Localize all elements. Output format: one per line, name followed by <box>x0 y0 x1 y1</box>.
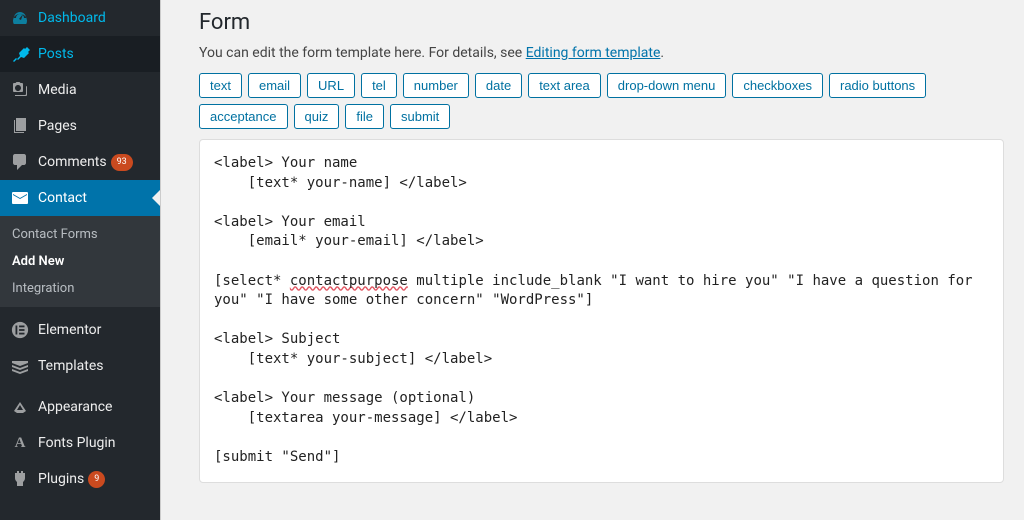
elementor-icon <box>10 320 30 340</box>
tag-submit-button[interactable]: submit <box>390 104 450 129</box>
sidebar-item-comments[interactable]: Comments 93 <box>0 144 160 180</box>
plugins-icon <box>10 469 30 489</box>
submenu-contact-forms[interactable]: Contact Forms <box>0 221 160 248</box>
sidebar-item-contact[interactable]: Contact <box>0 180 160 216</box>
tag-email-button[interactable]: email <box>248 73 301 98</box>
sidebar-item-label: Fonts Plugin <box>38 435 116 451</box>
tag-tel-button[interactable]: tel <box>361 73 397 98</box>
comment-icon <box>10 152 30 172</box>
spell-error: contactpurpose <box>290 273 408 289</box>
description-text: You can edit the form template here. For… <box>199 45 526 61</box>
media-icon <box>10 80 30 100</box>
comments-badge: 93 <box>111 154 133 171</box>
sidebar-item-label: Comments <box>38 154 107 170</box>
sidebar-item-posts[interactable]: Posts <box>0 36 160 72</box>
tag-textarea-button[interactable]: text area <box>528 73 601 98</box>
sidebar-item-label: Elementor <box>38 322 101 338</box>
panel-description: You can edit the form template here. For… <box>199 45 1004 61</box>
tag-checkboxes-button[interactable]: checkboxes <box>732 73 823 98</box>
sidebar-item-label: Posts <box>38 46 74 62</box>
tag-radio-button[interactable]: radio buttons <box>829 73 926 98</box>
sidebar-item-label: Plugins <box>38 471 84 487</box>
sidebar-item-label: Media <box>38 82 77 98</box>
fonts-icon: A <box>10 433 30 453</box>
pushpin-icon <box>10 44 30 64</box>
submenu-integration[interactable]: Integration <box>0 275 160 302</box>
sidebar-item-label: Appearance <box>38 399 112 415</box>
panel-title: Form <box>199 10 1004 35</box>
plugins-badge: 9 <box>88 471 105 488</box>
appearance-icon <box>10 397 30 417</box>
sidebar-item-appearance[interactable]: Appearance <box>0 389 160 425</box>
tag-quiz-button[interactable]: quiz <box>294 104 340 129</box>
tag-url-button[interactable]: URL <box>307 73 355 98</box>
sidebar-item-elementor[interactable]: Elementor <box>0 312 160 348</box>
admin-sidebar: Dashboard Posts Media Pages Comments 93 … <box>0 0 160 520</box>
editing-template-link[interactable]: Editing form template <box>526 45 661 61</box>
tag-generator-row: text email URL tel number date text area… <box>199 73 1004 129</box>
sidebar-item-dashboard[interactable]: Dashboard <box>0 0 160 36</box>
sidebar-item-label: Pages <box>38 118 77 134</box>
email-icon <box>10 188 30 208</box>
tag-dropdown-button[interactable]: drop-down menu <box>607 73 727 98</box>
sidebar-item-label: Contact <box>38 190 87 206</box>
sidebar-item-fonts-plugin[interactable]: A Fonts Plugin <box>0 425 160 461</box>
tag-file-button[interactable]: file <box>345 104 384 129</box>
sidebar-item-pages[interactable]: Pages <box>0 108 160 144</box>
sidebar-item-plugins[interactable]: Plugins 9 <box>0 461 160 497</box>
dashboard-icon <box>10 8 30 28</box>
contact-submenu: Contact Forms Add New Integration <box>0 216 160 307</box>
tag-text-button[interactable]: text <box>199 73 242 98</box>
sidebar-item-templates[interactable]: Templates <box>0 348 160 384</box>
templates-icon <box>10 356 30 376</box>
tag-acceptance-button[interactable]: acceptance <box>199 104 288 129</box>
description-suffix: . <box>660 45 664 61</box>
sidebar-item-media[interactable]: Media <box>0 72 160 108</box>
tag-date-button[interactable]: date <box>475 73 522 98</box>
submenu-add-new[interactable]: Add New <box>0 248 160 275</box>
main-content: Form You can edit the form template here… <box>160 0 1024 520</box>
sidebar-item-label: Templates <box>38 358 104 374</box>
form-template-editor[interactable]: <label> Your name [text* your-name] </la… <box>199 139 1004 483</box>
page-icon <box>10 116 30 136</box>
tag-number-button[interactable]: number <box>403 73 469 98</box>
sidebar-item-label: Dashboard <box>38 10 106 26</box>
